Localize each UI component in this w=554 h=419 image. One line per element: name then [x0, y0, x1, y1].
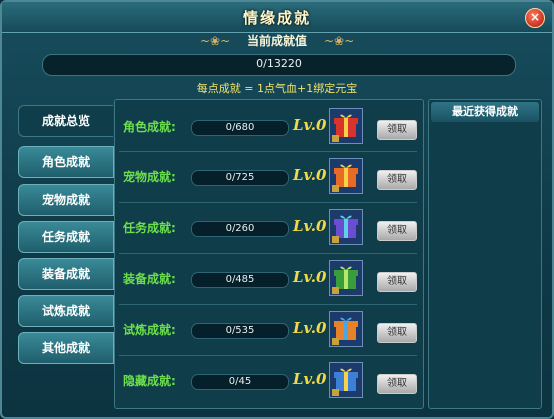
claim-button[interactable]: 领取	[377, 374, 417, 394]
level-prefix: Lv.	[293, 217, 316, 235]
achievement-row: 试炼成就: 0/535 Lv.0 领取	[123, 309, 417, 353]
tab-label: 成就总览	[41, 114, 90, 128]
gift-box-icon[interactable]	[329, 108, 363, 144]
row-progress-text: 0/725	[225, 172, 255, 183]
tab-label: 试炼成就	[41, 304, 90, 318]
total-progress-text: 0/13220	[256, 57, 302, 70]
gift-svg	[332, 114, 358, 142]
claim-button[interactable]: 领取	[377, 272, 417, 292]
row-divider	[119, 253, 417, 254]
tab-label: 宠物成就	[41, 193, 90, 207]
ornament-right-icon: ~❀~	[324, 34, 355, 48]
level-value: 0	[315, 319, 327, 337]
tab-label: 装备成就	[41, 267, 90, 281]
row-level: Lv.0	[293, 116, 326, 134]
level-prefix: Lv.	[293, 268, 316, 286]
row-progress-text: 0/260	[225, 223, 255, 234]
row-level: Lv.0	[293, 268, 326, 286]
gift-box-icon[interactable]	[329, 362, 363, 398]
claim-button[interactable]: 领取	[377, 221, 417, 241]
level-prefix: Lv.	[293, 370, 316, 388]
tab-character[interactable]: 角色成就	[18, 146, 114, 178]
row-progress-bar: 0/680	[191, 120, 289, 136]
row-divider	[119, 151, 417, 152]
tab-pet[interactable]: 宠物成就	[18, 184, 114, 216]
gift-box-icon[interactable]	[329, 260, 363, 296]
reward-note: 每点成就 = 1点气血+1绑定元宝	[196, 82, 358, 95]
row-label: 试炼成就:	[123, 323, 176, 337]
row-progress-bar: 0/45	[191, 374, 289, 390]
row-progress-bar: 0/725	[191, 170, 289, 186]
gift-svg	[332, 368, 358, 396]
tab-label: 任务成就	[41, 230, 90, 244]
row-divider	[119, 304, 417, 305]
achievement-row: 宠物成就: 0/725 Lv.0 领取	[123, 156, 417, 200]
tab-overview[interactable]: 成就总览	[18, 105, 113, 137]
level-value: 0	[315, 166, 327, 184]
row-label: 角色成就:	[123, 120, 176, 134]
gift-box-icon[interactable]	[329, 311, 363, 347]
row-progress-text: 0/485	[225, 274, 255, 285]
tab-label: 其他成就	[41, 341, 90, 355]
row-progress-bar: 0/485	[191, 272, 289, 288]
achievement-row: 装备成就: 0/485 Lv.0 领取	[123, 258, 417, 302]
close-icon[interactable]: ×	[525, 8, 545, 28]
claim-button[interactable]: 领取	[377, 120, 417, 140]
row-level: Lv.0	[293, 370, 326, 388]
achievement-window: 情缘成就 × ~❀~ 当前成就值 ~❀~ 0/13220 每点成就 = 1点气血…	[0, 0, 554, 419]
row-progress-text: 0/535	[225, 325, 255, 336]
gift-svg	[332, 317, 358, 345]
level-value: 0	[315, 370, 327, 388]
achievement-row: 隐藏成就: 0/45 Lv.0 领取	[123, 360, 417, 404]
row-level: Lv.0	[293, 217, 326, 235]
gift-svg	[332, 164, 358, 192]
title-bar: 情缘成就 ×	[2, 2, 552, 33]
tab-quest[interactable]: 任务成就	[18, 221, 114, 253]
tab-trial[interactable]: 试炼成就	[18, 295, 114, 327]
level-prefix: Lv.	[293, 319, 316, 337]
row-progress-bar: 0/260	[191, 221, 289, 237]
gift-box-icon[interactable]	[329, 209, 363, 245]
recent-achievements-panel: 最近获得成就	[428, 99, 542, 409]
row-divider	[119, 202, 417, 203]
level-value: 0	[315, 116, 327, 134]
tab-label: 角色成就	[41, 155, 90, 169]
row-label: 隐藏成就:	[123, 374, 176, 388]
row-level: Lv.0	[293, 166, 326, 184]
row-progress-text: 0/680	[225, 122, 255, 133]
gift-svg	[332, 266, 358, 294]
row-level: Lv.0	[293, 319, 326, 337]
row-label: 装备成就:	[123, 272, 176, 286]
claim-button[interactable]: 领取	[377, 170, 417, 190]
window-title: 情缘成就	[242, 9, 311, 27]
recent-achievements-title: 最近获得成就	[431, 102, 539, 122]
tab-other[interactable]: 其他成就	[18, 332, 114, 364]
total-progress-bar: 0/13220	[42, 54, 516, 76]
achievement-row: 角色成就: 0/680 Lv.0 领取	[123, 106, 417, 150]
achievement-row: 任务成就: 0/260 Lv.0 领取	[123, 207, 417, 251]
level-prefix: Lv.	[293, 166, 316, 184]
tab-equipment[interactable]: 装备成就	[18, 258, 114, 290]
level-prefix: Lv.	[293, 116, 316, 134]
gift-svg	[332, 215, 358, 243]
achievement-list-panel: 角色成就: 0/680 Lv.0 领取 宠物成就: 0/725 Lv.0 领取 …	[114, 99, 424, 409]
level-value: 0	[315, 268, 327, 286]
claim-button[interactable]: 领取	[377, 323, 417, 343]
row-label: 宠物成就:	[123, 170, 176, 184]
row-progress-text: 0/45	[228, 376, 252, 387]
level-value: 0	[315, 217, 327, 235]
row-divider	[119, 355, 417, 356]
row-label: 任务成就:	[123, 221, 176, 235]
row-progress-bar: 0/535	[191, 323, 289, 339]
gift-box-icon[interactable]	[329, 158, 363, 194]
